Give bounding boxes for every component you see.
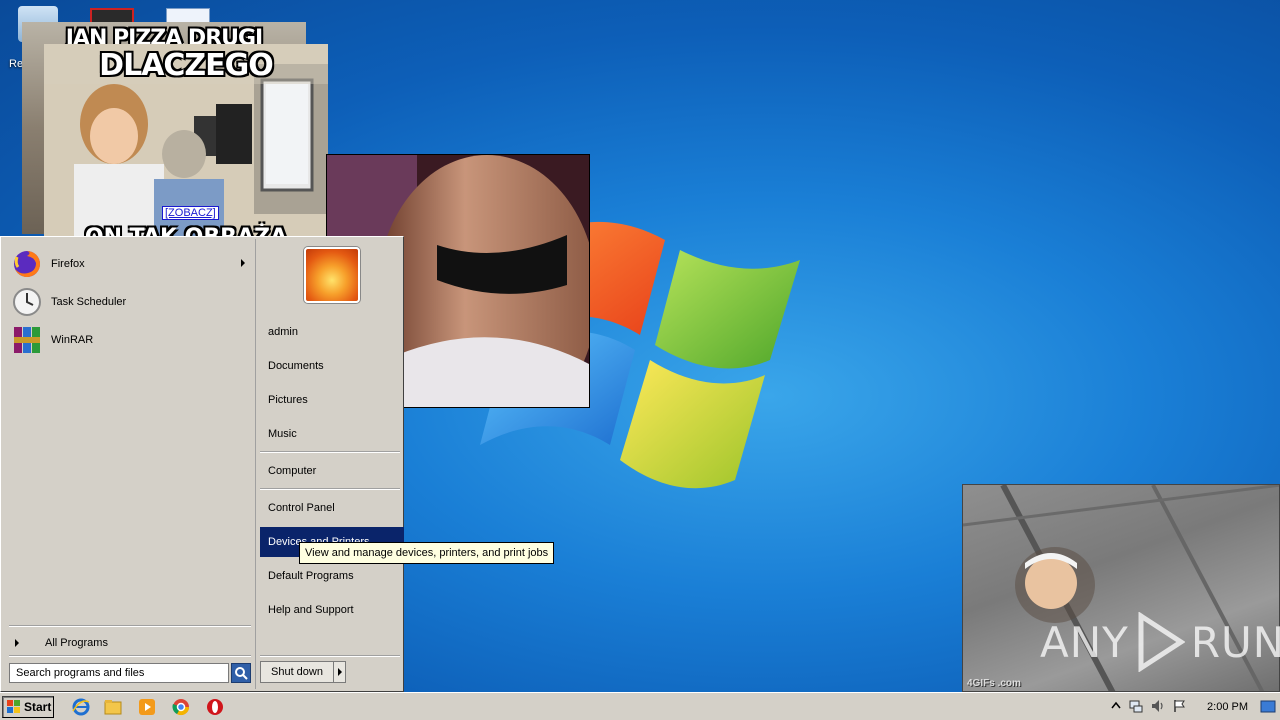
program-item-firefox[interactable]: Firefox	[11, 247, 251, 281]
winrar-icon	[11, 324, 43, 356]
search-button[interactable]	[231, 663, 251, 683]
zobacz-link[interactable]: [ZOBACZ]	[162, 206, 219, 220]
windows-flag-icon	[7, 700, 20, 713]
chrome-icon[interactable]	[172, 698, 190, 716]
search-icon	[235, 667, 248, 680]
volume-icon[interactable]	[1150, 698, 1166, 714]
program-label-task-scheduler: Task Scheduler	[51, 296, 127, 308]
place-documents[interactable]: Documents	[260, 351, 404, 381]
place-admin[interactable]: admin	[260, 317, 404, 347]
explorer-folder-icon[interactable]	[104, 698, 122, 716]
shutdown-options-button[interactable]	[334, 661, 346, 683]
places-separator-1	[260, 451, 400, 453]
start-menu: Firefox Task Scheduler WinRAR All Progra…	[0, 236, 404, 692]
places-separator-2	[260, 488, 400, 490]
search-separator	[9, 655, 251, 657]
watermark-right: RUN	[1190, 617, 1280, 667]
meme-popup[interactable]: DLACZEGO ON TAK OBRAŻA [ZOBACZ]	[44, 44, 328, 236]
action-center-flag-icon[interactable]	[1172, 698, 1188, 714]
shutdown-arrow-icon	[337, 668, 342, 676]
watermark-left: ANY	[1040, 617, 1129, 667]
shutdown-separator	[260, 655, 400, 657]
search-input[interactable]: Search programs and files	[9, 663, 229, 683]
internet-explorer-icon[interactable]	[72, 698, 90, 716]
place-default-programs[interactable]: Default Programs	[260, 561, 404, 591]
submenu-arrow-icon	[241, 259, 245, 267]
place-music[interactable]: Music	[260, 419, 404, 449]
program-label-winrar: WinRAR	[51, 334, 94, 346]
network-icon[interactable]	[1128, 698, 1144, 714]
taskbar: Start 2:00 PM	[0, 692, 1280, 720]
tooltip: View and manage devices, printers, and p…	[299, 542, 555, 564]
start-menu-places-pane: admin Documents Pictures Music Computer …	[255, 239, 404, 689]
anyrun-watermark: ANY RUN	[1040, 612, 1280, 672]
play-triangle-icon	[1138, 612, 1185, 672]
place-pictures[interactable]: Pictures	[260, 385, 404, 415]
programs-separator	[9, 625, 251, 627]
all-programs-label: All Programs	[45, 637, 108, 649]
place-computer[interactable]: Computer	[260, 456, 404, 486]
meme-title: DLACZEGO	[99, 48, 274, 83]
desktop: Re JAN PIZZA DRUGI DLACZEGO ON TAK OBRAŻ…	[0, 0, 1280, 692]
all-programs-button[interactable]: All Programs	[11, 633, 251, 653]
recycle-bin-label: Re	[9, 58, 24, 70]
shutdown-button[interactable]: Shut down	[260, 661, 334, 683]
start-label: Start	[24, 700, 52, 714]
start-menu-programs-pane: Firefox Task Scheduler WinRAR All Progra…	[3, 239, 253, 689]
program-item-winrar[interactable]: WinRAR	[11, 323, 251, 357]
meme-bottom-caption: ON TAK OBRAŻA	[44, 225, 328, 236]
program-item-task-scheduler[interactable]: Task Scheduler	[11, 285, 251, 319]
opera-icon[interactable]	[206, 698, 224, 716]
media-player-icon[interactable]	[138, 698, 156, 716]
search-placeholder: Search programs and files	[16, 667, 145, 679]
user-avatar[interactable]	[304, 247, 360, 303]
place-help-and-support[interactable]: Help and Support	[260, 595, 404, 625]
place-control-panel[interactable]: Control Panel	[260, 493, 404, 523]
program-label-firefox: Firefox	[51, 258, 85, 270]
clock-icon	[11, 286, 43, 318]
all-programs-arrow-icon	[15, 639, 19, 647]
gif-source-label: 4GIFs .com	[967, 678, 1021, 689]
start-button[interactable]: Start	[2, 696, 54, 718]
system-tray: 2:00 PM	[1104, 695, 1280, 719]
clock[interactable]: 2:00 PM	[1207, 701, 1248, 713]
show-desktop-icon[interactable]	[1260, 699, 1276, 715]
firefox-icon	[11, 248, 43, 280]
show-hidden-icons-icon[interactable]	[1108, 698, 1124, 714]
